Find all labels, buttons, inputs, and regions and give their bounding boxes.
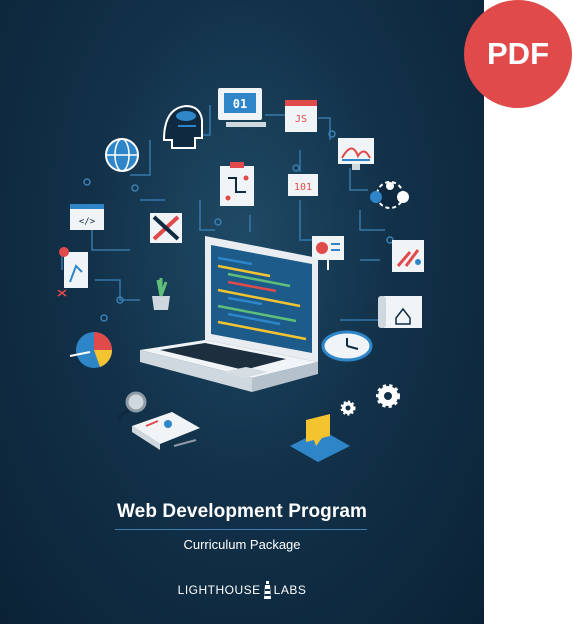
title-divider	[115, 529, 367, 530]
magnifier-icon	[116, 391, 147, 420]
program-subtitle: Curriculum Package	[183, 537, 301, 552]
js-label: JS	[295, 114, 307, 125]
brochure-cover: 01 JS 101 </> Web Development Program Cu…	[0, 0, 484, 624]
brand-name-left: LIGHTHOUSE	[177, 583, 261, 597]
documents-icon	[132, 412, 200, 450]
tools-screen-icon	[392, 240, 424, 272]
head-cloud-icon	[162, 104, 203, 149]
binary-101-label: 101	[294, 182, 312, 193]
brand-logo: LIGHTHOUSE LABS	[0, 580, 484, 600]
globe-icon	[105, 138, 139, 172]
html-tag-label: </>	[79, 217, 96, 227]
program-title: Web Development Program	[116, 501, 368, 522]
plant-icon	[152, 278, 170, 310]
js-file-icon: JS	[285, 100, 317, 132]
html-window-icon: </>	[70, 204, 104, 230]
binary-01-label: 01	[233, 97, 247, 111]
chart-monitor-icon	[338, 138, 374, 170]
pdf-badge[interactable]: PDF	[464, 0, 572, 108]
chat-tablet-icon	[290, 414, 350, 462]
clock-icon	[321, 330, 373, 362]
brand-name-right: LABS	[273, 583, 307, 597]
binary-101-icon: 101	[288, 174, 318, 196]
design-tools-icon	[150, 213, 182, 243]
lighthouse-icon	[263, 581, 271, 599]
pdf-badge-label: PDF	[487, 36, 549, 71]
cover-illustration: 01 JS 101 </>	[57, 88, 424, 462]
gears-icon	[340, 384, 400, 416]
computer-binary-icon: 01	[218, 88, 266, 127]
blueprint-icon	[378, 296, 422, 328]
team-gear-icon	[370, 181, 409, 209]
clipboard-flow-icon	[220, 162, 254, 206]
pie-chart-icon	[69, 332, 113, 368]
laptop-illustration	[140, 236, 318, 392]
growth-chart-icon	[57, 247, 88, 297]
